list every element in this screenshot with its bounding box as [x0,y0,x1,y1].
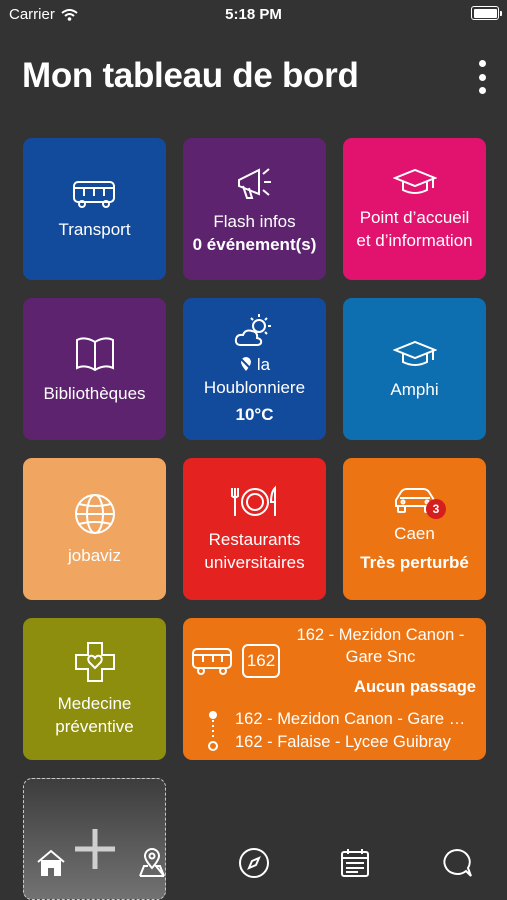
tile-accueil-line2: et d’information [356,231,473,250]
tile-flash-infos[interactable]: Flash infos 0 événement(s) [183,138,326,280]
tile-bibliotheques[interactable]: Bibliothèques [23,298,166,440]
medical-cross-heart-icon [74,642,115,682]
battery-icon [471,6,502,20]
weather-place-prefix: la [256,354,271,374]
tile-medecine-line2: préventive [55,717,134,736]
bus-destination-line2: Gare Snc [345,648,416,666]
tile-medecine[interactable]: Medecine préventive [23,618,166,760]
weather-location-row: la [239,353,270,376]
tab-map[interactable] [135,846,169,880]
bus-stop-from: 162 - Mezidon Canon - Gare … [235,710,466,728]
traffic-badge: 3 [426,499,446,519]
tile-transport-label: Transport [58,219,131,239]
tile-restaurants-line2: universitaires [204,553,305,572]
graduation-cap-icon [392,340,437,366]
header: Mon tableau de bord [22,56,492,100]
bus-status: Aucun passage [354,678,476,696]
tile-weather[interactable]: la Houblonniere 10°C [183,298,326,440]
tab-home[interactable] [34,846,68,880]
status-bar: Carrier 5:18 PM [0,0,507,28]
bus-icon [72,180,115,208]
plate-cutlery-icon [230,485,276,516]
calendar-icon [341,849,369,877]
bus-destination: 162 - Mezidon Canon - Gare Snc [283,624,478,668]
weather-place: Houblonniere [203,377,306,397]
bus-stop-to: 162 - Falaise - Lycee Guibray [235,733,451,751]
partly-cloudy-icon [234,313,271,346]
tile-medecine-line1: Medecine [57,694,132,713]
route-dots-icon [208,711,218,751]
globe-icon [74,493,115,534]
megaphone-icon [237,168,271,199]
location-off-icon [239,357,253,371]
map-pin-icon [139,848,165,877]
tab-chat[interactable] [440,846,474,880]
tile-point-accueil[interactable]: Point d’accueil et d’information [343,138,486,280]
graduation-cap-icon [392,168,437,194]
chat-icon [443,848,472,877]
tile-amphi[interactable]: Amphi [343,298,486,440]
tile-restaurants-line1: Restaurants [208,530,301,549]
bus-icon [192,648,232,675]
tab-explore[interactable] [237,846,271,880]
tile-flash-count: 0 événement(s) [192,235,317,254]
tile-flash-label: Flash infos [213,212,296,231]
tile-amphi-label: Amphi [390,379,439,399]
tile-jobaviz[interactable]: jobaviz [23,458,166,600]
tile-traffic-status: Très perturbé [360,553,469,572]
tile-traffic-city: Caen [394,524,435,543]
tile-biblio-label: Bibliothèques [43,383,146,403]
tile-traffic[interactable]: Caen Très perturbé [343,458,486,600]
bus-destination-line1: 162 - Mezidon Canon - [296,626,465,644]
tile-jobaviz-label: jobaviz [68,545,121,565]
status-time: 5:18 PM [225,6,282,23]
tab-calendar[interactable] [338,846,372,880]
tab-bar [0,838,507,900]
tile-restaurants[interactable]: Restaurants universitaires [183,458,326,600]
book-icon [75,336,114,371]
tile-accueil-line1: Point d’accueil [359,208,470,227]
tile-transport[interactable]: Transport [23,138,166,280]
more-options-icon[interactable] [472,60,492,94]
home-icon [37,849,65,876]
bus-line-number: 162 [242,644,280,678]
weather-temp: 10°C [235,404,274,424]
tile-bus-schedule[interactable]: 162 162 - Mezidon Canon - Gare Snc Aucun… [183,618,486,760]
compass-icon [239,848,269,878]
page-title: Mon tableau de bord [22,56,359,95]
